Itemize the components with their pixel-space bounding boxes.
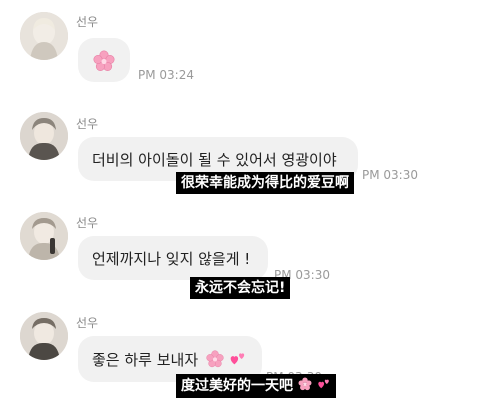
avatar[interactable] [20, 312, 68, 360]
caption-text: 度过美好的一天吧 [181, 378, 293, 394]
sender-name: 선우 [76, 316, 99, 330]
message-text: 좋은 하루 보내자 [92, 351, 199, 369]
translation-caption: 度过美好的一天吧 [176, 374, 336, 398]
cherry-blossom-icon [298, 377, 312, 395]
chat-screen: 선우 PM 03:24 선우 더비의 아이돌이 될 수 있어서 영광이야 PM … [0, 0, 500, 407]
two-hearts-icon [317, 377, 331, 395]
cherry-blossom-icon [206, 349, 224, 372]
two-hearts-icon [229, 350, 247, 372]
message-4: 선우 좋은 하루 보내자 度过美好的一天吧 [0, 0, 500, 407]
